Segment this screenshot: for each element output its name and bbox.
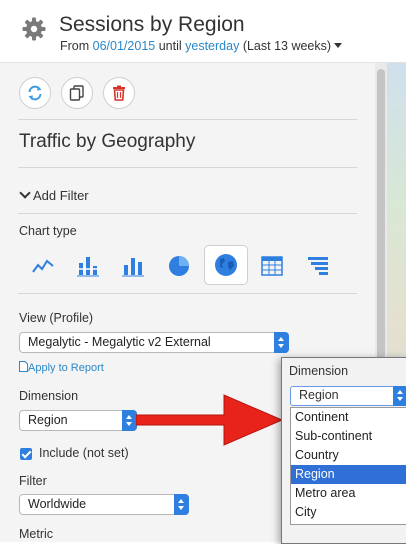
metric-label: Metric: [19, 527, 54, 541]
select-arrows-icon: [174, 494, 189, 515]
include-not-set-checkbox[interactable]: [20, 448, 32, 460]
scrollbar-thumb[interactable]: [377, 69, 385, 369]
date-prefix: From: [60, 39, 90, 53]
chevron-down-icon: [19, 187, 31, 199]
caret-down-icon: [334, 43, 343, 48]
refresh-icon: [28, 85, 42, 101]
chart-type-label: Chart type: [19, 224, 77, 238]
popup-dimension-label: Dimension: [289, 364, 349, 378]
widget-title: Traffic by Geography: [19, 131, 196, 152]
dimension-option-continent[interactable]: Continent: [291, 408, 406, 427]
report-header: Sessions by Region From 06/01/2015 until…: [0, 0, 406, 63]
chart-type-line[interactable]: [26, 249, 60, 283]
chart-type-bar[interactable]: [116, 249, 150, 283]
refresh-button[interactable]: [19, 77, 51, 109]
chart-type-funnel[interactable]: [301, 249, 335, 283]
red-arrow-annotation: [136, 394, 284, 446]
page-title: Sessions by Region: [59, 13, 245, 36]
chart-type-stacked-bar[interactable]: [71, 249, 105, 283]
dimension-dropdown-popup: Dimension Region Continent Sub-continent…: [281, 357, 406, 544]
gear-icon[interactable]: [22, 17, 46, 41]
divider: [18, 293, 357, 294]
include-not-set-label: Include (not set): [39, 446, 129, 460]
dimension-label: Dimension: [19, 389, 79, 403]
dimension-option-city[interactable]: City: [291, 503, 406, 522]
document-icon: [19, 361, 28, 372]
dimension-select[interactable]: Region: [19, 410, 137, 431]
dimension-option-region[interactable]: Region: [291, 465, 406, 484]
duplicate-button[interactable]: [61, 77, 93, 109]
line-chart-icon: [32, 259, 54, 273]
view-profile-select[interactable]: Megalytic - Megalytic v2 External: [19, 332, 289, 353]
add-filter-toggle[interactable]: Add Filter: [19, 187, 89, 203]
date-range-row: From 06/01/2015 until yesterday (Last 13…: [60, 39, 343, 53]
chart-type-pie[interactable]: [162, 249, 196, 283]
dimension-options-list: Continent Sub-continent Country Region M…: [290, 407, 406, 525]
divider: [18, 213, 357, 214]
funnel-icon: [308, 257, 328, 275]
duplicate-icon: [69, 85, 84, 101]
chart-type-geo-map[interactable]: [204, 245, 248, 285]
divider: [18, 119, 357, 120]
date-range-dropdown[interactable]: (Last 13 weeks): [243, 39, 343, 53]
select-arrows-icon: [393, 386, 406, 406]
globe-icon: [215, 254, 237, 276]
view-profile-label: View (Profile): [19, 311, 94, 325]
select-arrows-icon: [274, 332, 289, 353]
popup-dimension-select[interactable]: Region: [290, 386, 406, 406]
bar-chart-icon: [122, 258, 144, 277]
start-date-link[interactable]: 06/01/2015: [93, 39, 156, 53]
apply-to-report-link[interactable]: Apply to Report: [19, 361, 104, 374]
chart-type-table[interactable]: [255, 249, 289, 283]
divider: [18, 167, 357, 168]
dimension-option-metro-area[interactable]: Metro area: [291, 484, 406, 503]
trash-icon: [113, 85, 125, 101]
end-date-link[interactable]: yesterday: [185, 39, 239, 53]
dimension-option-country[interactable]: Country: [291, 446, 406, 465]
dimension-option-sub-continent[interactable]: Sub-continent: [291, 427, 406, 446]
stacked-bar-icon: [77, 257, 99, 277]
filter-select[interactable]: Worldwide: [19, 494, 189, 515]
table-icon: [261, 256, 283, 276]
select-arrows-icon: [122, 410, 137, 431]
pie-chart-icon: [169, 256, 189, 276]
delete-button[interactable]: [103, 77, 135, 109]
date-middle: until: [158, 39, 182, 53]
filter-label: Filter: [19, 474, 47, 488]
